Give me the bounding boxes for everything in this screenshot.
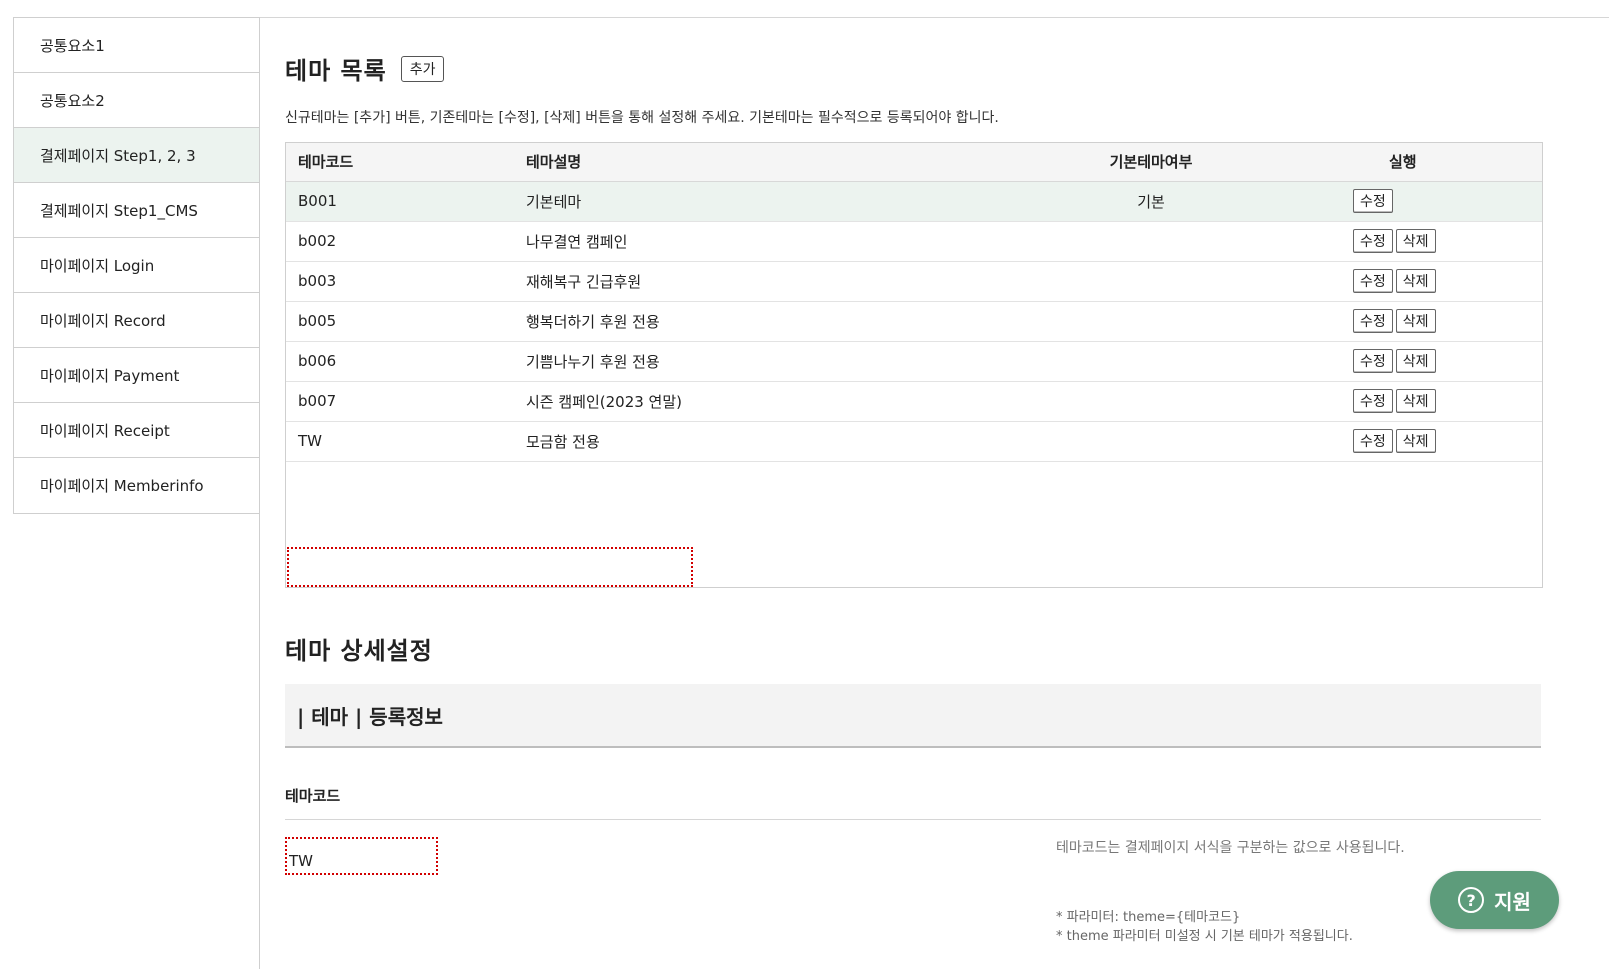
theme-code-label: 테마코드 [285, 787, 341, 805]
table-row: b003 재해복구 긴급후원 수정 삭제 [286, 261, 1542, 302]
table-row: b007 시즌 캠페인(2023 연말) 수정 삭제 [286, 381, 1542, 422]
top-divider [259, 17, 1609, 18]
delete-button[interactable]: 삭제 [1395, 229, 1436, 253]
column-header-code: 테마코드 [286, 143, 526, 182]
sidebar-item-mypage-record[interactable]: 마이페이지 Record [14, 293, 259, 348]
action-cell: 수정 [1276, 181, 1542, 222]
theme-default-cell [1026, 341, 1276, 382]
table-row: b005 행복더하기 후원 전용 수정 삭제 [286, 301, 1542, 342]
theme-code-cell: TW [286, 421, 526, 462]
theme-desc-cell: 기본테마 [526, 181, 1026, 222]
delete-button[interactable]: 삭제 [1395, 269, 1436, 293]
theme-default-cell [1026, 421, 1276, 462]
theme-desc-cell: 기쁨나누기 후원 전용 [526, 341, 1026, 382]
theme-desc-cell: 시즌 캠페인(2023 연말) [526, 381, 1026, 422]
action-cell: 수정 삭제 [1276, 341, 1542, 382]
column-header-default: 기본테마여부 [1026, 143, 1276, 182]
action-cell: 수정 삭제 [1276, 421, 1542, 462]
table-row: B001 기본테마 기본 수정 [286, 181, 1542, 222]
edit-button[interactable]: 수정 [1353, 269, 1393, 293]
theme-default-cell [1026, 261, 1276, 302]
theme-code-cell: b007 [286, 381, 526, 422]
sidebar-item-payment-step123[interactable]: 결제페이지 Step1, 2, 3 [14, 128, 259, 183]
edit-button[interactable]: 수정 [1353, 229, 1393, 253]
theme-code-hint: 테마코드는 결제페이지 서식을 구분하는 값으로 사용됩니다. [1056, 840, 1405, 856]
highlight-box-tw-row [287, 547, 693, 587]
table-row: TW 모금함 전용 수정 삭제 [286, 421, 1542, 462]
delete-button[interactable]: 삭제 [1395, 429, 1436, 453]
action-cell: 수정 삭제 [1276, 261, 1542, 302]
theme-default-cell [1026, 381, 1276, 422]
theme-desc-cell: 나무결연 캠페인 [526, 221, 1026, 262]
field-divider [285, 819, 1541, 820]
theme-detail-title: 테마 상세설정 [285, 637, 433, 665]
action-cell: 수정 삭제 [1276, 381, 1542, 422]
edit-button[interactable]: 수정 [1353, 389, 1393, 413]
theme-table: 테마코드 테마설명 기본테마여부 실행 B001 기본테마 기본 수정 b002 [286, 143, 1542, 462]
theme-code-cell: b003 [286, 261, 526, 302]
theme-list-description: 신규테마는 [추가] 버튼, 기존테마는 [수정], [삭제] 버튼을 통해 설… [285, 110, 999, 126]
theme-list-title: 테마 목록 [285, 57, 387, 85]
theme-default-cell [1026, 301, 1276, 342]
support-label: 지원 [1494, 889, 1531, 914]
sidebar-item-payment-step1-cms[interactable]: 결제페이지 Step1_CMS [14, 183, 259, 238]
theme-code-cell: b005 [286, 301, 526, 342]
theme-code-cell: b006 [286, 341, 526, 382]
sidebar-item-mypage-payment[interactable]: 마이페이지 Payment [14, 348, 259, 403]
theme-default-cell [1026, 221, 1276, 262]
theme-desc-cell: 재해복구 긴급후원 [526, 261, 1026, 302]
sidebar-item-mypage-login[interactable]: 마이페이지 Login [14, 238, 259, 293]
sidebar-item-common-2[interactable]: 공통요소2 [14, 73, 259, 128]
theme-table-container: 테마코드 테마설명 기본테마여부 실행 B001 기본테마 기본 수정 b002 [285, 142, 1543, 588]
delete-button[interactable]: 삭제 [1395, 389, 1436, 413]
theme-default-cell: 기본 [1026, 181, 1276, 222]
support-button[interactable]: ? 지원 [1430, 871, 1559, 929]
theme-registration-panel-header: | 테마 | 등록정보 [285, 684, 1541, 748]
table-header-row: 테마코드 테마설명 기본테마여부 실행 [286, 143, 1542, 182]
delete-button[interactable]: 삭제 [1395, 309, 1436, 333]
delete-button[interactable]: 삭제 [1395, 349, 1436, 373]
sidebar-item-common-1[interactable]: 공통요소1 [14, 18, 259, 73]
theme-code-input[interactable] [285, 837, 438, 875]
theme-desc-cell: 모금함 전용 [526, 421, 1026, 462]
edit-button[interactable]: 수정 [1353, 429, 1393, 453]
table-row: b002 나무결연 캠페인 수정 삭제 [286, 221, 1542, 262]
theme-desc-cell: 행복더하기 후원 전용 [526, 301, 1026, 342]
column-header-description: 테마설명 [526, 143, 1026, 182]
theme-code-cell: B001 [286, 181, 526, 222]
action-cell: 수정 삭제 [1276, 301, 1542, 342]
theme-list-header: 테마 목록 추가 [285, 51, 445, 86]
sidebar-item-mypage-receipt[interactable]: 마이페이지 Receipt [14, 403, 259, 458]
column-header-action: 실행 [1276, 143, 1542, 182]
sidebar-divider [259, 17, 260, 969]
edit-button[interactable]: 수정 [1353, 309, 1393, 333]
table-row: b006 기쁨나누기 후원 전용 수정 삭제 [286, 341, 1542, 382]
theme-code-cell: b002 [286, 221, 526, 262]
edit-button[interactable]: 수정 [1353, 189, 1393, 213]
action-cell: 수정 삭제 [1276, 221, 1542, 262]
help-icon: ? [1458, 887, 1485, 913]
theme-param-notes: * 파라미터: theme={테마코드} * theme 파라미터 미설정 시 … [1056, 908, 1353, 946]
sidebar-item-mypage-memberinfo[interactable]: 마이페이지 Memberinfo [14, 458, 259, 513]
theme-param-note: * 파라미터: theme={테마코드} [1056, 910, 1241, 925]
add-theme-button[interactable]: 추가 [400, 55, 445, 82]
sidebar-menu: 공통요소1 공통요소2 결제페이지 Step1, 2, 3 결제페이지 Step… [13, 17, 259, 514]
edit-button[interactable]: 수정 [1353, 349, 1393, 373]
theme-default-note: * theme 파라미터 미설정 시 기본 테마가 적용됩니다. [1056, 929, 1353, 944]
